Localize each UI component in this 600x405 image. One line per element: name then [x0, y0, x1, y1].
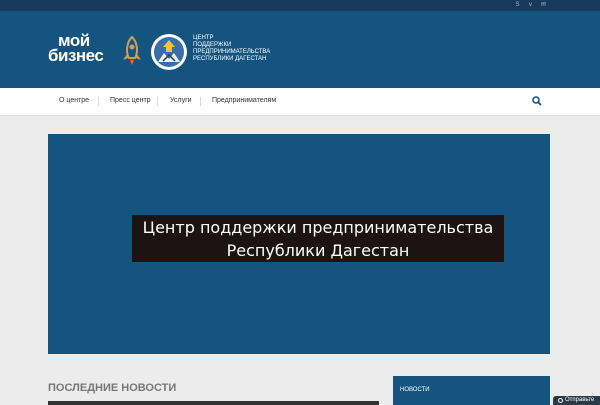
sidebar-news-box: НОВОСТИ	[393, 376, 550, 405]
logo-line-2: бизнес	[48, 46, 104, 65]
skype-icon[interactable]: S	[514, 2, 521, 9]
center-name-line-1: Центр	[193, 35, 214, 41]
center-name-line-3: предпринимательства	[193, 49, 271, 55]
vimeo-icon[interactable]: v	[527, 2, 534, 9]
main-nav: О центре Пресс центр Услуги Предпринимат…	[0, 88, 600, 116]
center-name-line-4: Республики Дагестан	[193, 56, 267, 62]
rocket-icon	[123, 36, 141, 65]
top-bar: S v ✉	[0, 0, 600, 11]
hero-banner: Центр поддержки предпринимательства Респ…	[48, 134, 550, 354]
search-icon[interactable]	[532, 96, 542, 106]
nav-item-entrepreneurs[interactable]: Предпринимателям	[212, 97, 276, 104]
moy-biznes-logo[interactable]: мой бизнес	[48, 32, 104, 65]
nav-divider	[157, 97, 158, 106]
nav-divider	[200, 97, 201, 106]
mail-icon[interactable]: ✉	[540, 2, 547, 9]
center-name: Центр поддержки предпринимательства Респ…	[193, 35, 270, 63]
nav-item-services[interactable]: Услуги	[170, 97, 192, 104]
sidebar-news-label[interactable]: НОВОСТИ	[400, 387, 430, 393]
hero-title: Центр поддержки предпринимательства Респ…	[132, 215, 504, 262]
nav-divider	[98, 97, 99, 106]
latest-news-heading: ПОСЛЕДНИЕ НОВОСТИ	[48, 382, 177, 394]
nav-item-press[interactable]: Пресс центр	[110, 97, 151, 104]
site-header: мой бизнес Центр поддержки предпринимате…	[0, 11, 600, 88]
send-message-button[interactable]: Отправьте	[553, 396, 600, 405]
center-name-line-2: поддержки	[193, 42, 232, 48]
hero-title-line-1: Центр поддержки предпринимательства	[142, 218, 494, 237]
hero-title-line-2: Республики Дагестан	[226, 241, 410, 260]
news-divider	[48, 401, 379, 405]
send-button-label: Отправьте	[565, 397, 595, 403]
nav-item-about[interactable]: О центре	[59, 97, 89, 104]
chat-icon	[558, 398, 563, 403]
dagestan-emblem-icon	[151, 34, 187, 70]
